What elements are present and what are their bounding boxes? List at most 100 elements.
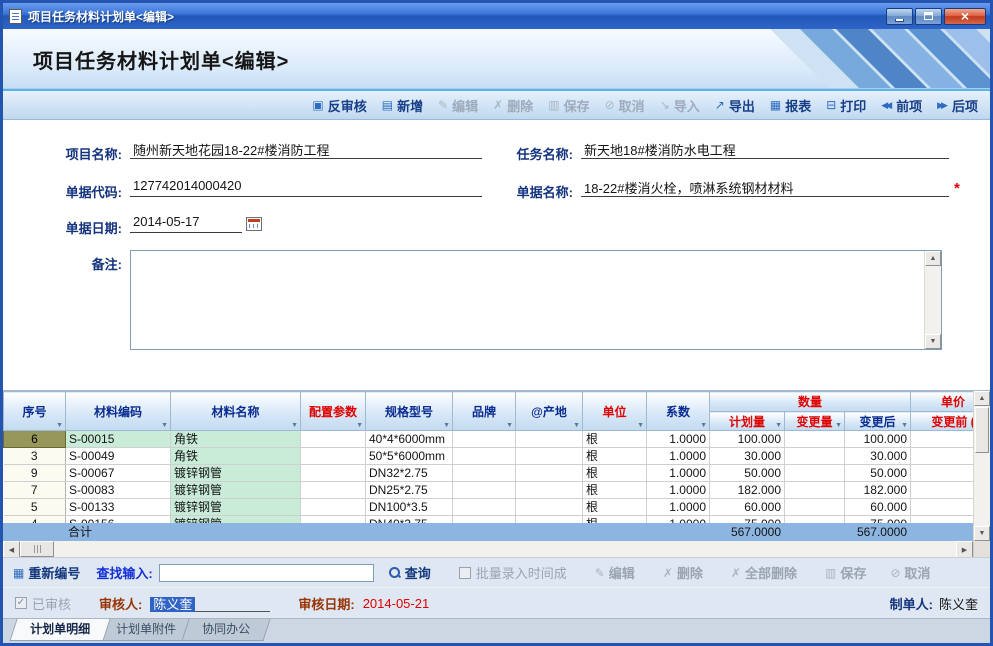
cell-code[interactable]: S-00083 <box>66 482 171 499</box>
cell-spec[interactable]: DN32*2.75 <box>366 465 453 482</box>
cell-after[interactable]: 30.000 <box>845 448 911 465</box>
table-row[interactable]: 6S-00015角铁40*4*6000mm根1.0000100.000100.0… <box>4 431 974 448</box>
cell-unit[interactable]: 根 <box>583 465 647 482</box>
cell-before[interactable] <box>911 482 974 499</box>
cell-plan[interactable]: 60.000 <box>710 499 785 516</box>
col-header-factor[interactable]: 系数▼ <box>647 392 710 431</box>
cell-before[interactable] <box>911 516 974 524</box>
cell-param[interactable] <box>301 465 366 482</box>
cell-change[interactable] <box>785 431 845 448</box>
col-header-unit[interactable]: 单位▼ <box>583 392 647 431</box>
cell-factor[interactable]: 1.0000 <box>647 465 710 482</box>
col-header-planned-qty[interactable]: 计划量▼ <box>710 412 785 431</box>
cell-seq[interactable]: 4 <box>4 516 66 524</box>
cell-brand[interactable] <box>453 431 516 448</box>
col-header-spec-model[interactable]: 规格型号▼ <box>366 392 453 431</box>
hscroll-track[interactable] <box>54 541 956 557</box>
remark-textarea[interactable]: ▲ ▼ <box>130 250 942 350</box>
cell-name[interactable]: 镀锌钢管 <box>171 482 301 499</box>
cell-unit[interactable]: 根 <box>583 448 647 465</box>
calendar-icon[interactable] <box>246 217 262 231</box>
cell-brand[interactable] <box>453 482 516 499</box>
table-row[interactable]: 4S-00156镀锌钢管DN40*3.75根1.000075.00075.000 <box>4 516 974 524</box>
cell-code[interactable]: S-00049 <box>66 448 171 465</box>
col-header-material-code[interactable]: 材料编码▼ <box>66 392 171 431</box>
auditor-field[interactable]: 陈义奎 <box>150 594 270 612</box>
cell-name[interactable]: 镀锌钢管 <box>171 499 301 516</box>
cell-after[interactable]: 100.000 <box>845 431 911 448</box>
remark-scroll-up-button[interactable]: ▲ <box>925 251 941 266</box>
grid-scroll-up-button[interactable]: ▲ <box>974 391 990 406</box>
cell-param[interactable] <box>301 516 366 524</box>
cell-factor[interactable]: 1.0000 <box>647 448 710 465</box>
toolbar-button-export[interactable]: ↗导出 <box>715 96 755 115</box>
cell-spec[interactable]: DN40*3.75 <box>366 516 453 524</box>
cell-code[interactable]: S-00156 <box>66 516 171 524</box>
col-header-change-qty[interactable]: 变更量▼ <box>785 412 845 431</box>
cell-after[interactable]: 50.000 <box>845 465 911 482</box>
cell-name[interactable]: 角铁 <box>171 431 301 448</box>
grid-scroll-thumb[interactable] <box>975 407 989 453</box>
cell-plan[interactable]: 100.000 <box>710 431 785 448</box>
cell-code[interactable]: S-00067 <box>66 465 171 482</box>
cell-unit[interactable]: 根 <box>583 482 647 499</box>
toolbar-button-print[interactable]: ⊟打印 <box>826 96 866 115</box>
remark-scrollbar[interactable]: ▲ ▼ <box>924 251 941 349</box>
doc-name-field[interactable]: 18-22#楼消火栓，喷淋系统钢材材料 <box>581 178 949 197</box>
cell-param[interactable] <box>301 431 366 448</box>
cell-spec[interactable]: DN100*3.5 <box>366 499 453 516</box>
tab-plan-detail[interactable]: 计划单明细 <box>9 619 110 641</box>
cell-seq[interactable]: 6 <box>4 431 66 448</box>
cell-param[interactable] <box>301 499 366 516</box>
toolbar-button-report[interactable]: ▦报表 <box>770 96 811 115</box>
cell-origin[interactable] <box>516 465 583 482</box>
cell-brand[interactable] <box>453 499 516 516</box>
find-input[interactable] <box>159 564 374 582</box>
cell-change[interactable] <box>785 499 845 516</box>
cell-change[interactable] <box>785 465 845 482</box>
grid-scroll-down-button[interactable]: ▼ <box>974 526 990 541</box>
cell-origin[interactable] <box>516 482 583 499</box>
cell-spec[interactable]: 40*4*6000mm <box>366 431 453 448</box>
col-header-material-name[interactable]: 材料名称▼ <box>171 392 301 431</box>
cell-before[interactable] <box>911 465 974 482</box>
cell-brand[interactable] <box>453 448 516 465</box>
cell-seq[interactable]: 7 <box>4 482 66 499</box>
cell-code[interactable]: S-00133 <box>66 499 171 516</box>
maximize-button[interactable] <box>915 8 942 25</box>
cell-name[interactable]: 镀锌钢管 <box>171 516 301 524</box>
table-row[interactable]: 3S-00049角铁50*5*6000mm根1.000030.00030.000 <box>4 448 974 465</box>
grid-vertical-scrollbar[interactable]: ▲ ▼ <box>973 391 990 541</box>
task-name-field[interactable]: 新天地18#楼消防水电工程 <box>581 140 949 159</box>
cell-before[interactable] <box>911 499 974 516</box>
cell-factor[interactable]: 1.0000 <box>647 482 710 499</box>
toolbar-button-add[interactable]: ▤新增 <box>382 96 423 115</box>
cell-after[interactable]: 182.000 <box>845 482 911 499</box>
close-button[interactable]: × <box>944 8 986 25</box>
toolbar-button-audit-reverse[interactable]: ▣反审核 <box>312 96 366 115</box>
cell-plan[interactable]: 30.000 <box>710 448 785 465</box>
cell-spec[interactable]: DN25*2.75 <box>366 482 453 499</box>
cell-brand[interactable] <box>453 465 516 482</box>
cell-param[interactable] <box>301 448 366 465</box>
remark-scroll-down-button[interactable]: ▼ <box>925 334 941 349</box>
cell-change[interactable] <box>785 482 845 499</box>
col-header-origin[interactable]: @产地▼ <box>516 392 583 431</box>
cell-change[interactable] <box>785 516 845 524</box>
renumber-button[interactable]: ▦重新编号 <box>13 563 80 582</box>
col-header-before-change[interactable]: 变更前 (▼ <box>911 412 974 431</box>
cell-unit[interactable]: 根 <box>583 516 647 524</box>
col-header-config-param[interactable]: 配置参数▼ <box>301 392 366 431</box>
cell-origin[interactable] <box>516 499 583 516</box>
cell-code[interactable]: S-00015 <box>66 431 171 448</box>
table-row[interactable]: 5S-00133镀锌钢管DN100*3.5根1.000060.00060.000 <box>4 499 974 516</box>
hscroll-left-button[interactable]: ◀ <box>3 541 20 558</box>
col-header-brand[interactable]: 品牌▼ <box>453 392 516 431</box>
tab-collaboration[interactable]: 协同办公 <box>181 619 270 641</box>
cell-before[interactable] <box>911 448 974 465</box>
cell-before[interactable] <box>911 431 974 448</box>
hscroll-right-button[interactable]: ▶ <box>956 541 973 558</box>
hscroll-thumb[interactable] <box>20 541 54 557</box>
cell-plan[interactable]: 182.000 <box>710 482 785 499</box>
cell-after[interactable]: 75.000 <box>845 516 911 524</box>
